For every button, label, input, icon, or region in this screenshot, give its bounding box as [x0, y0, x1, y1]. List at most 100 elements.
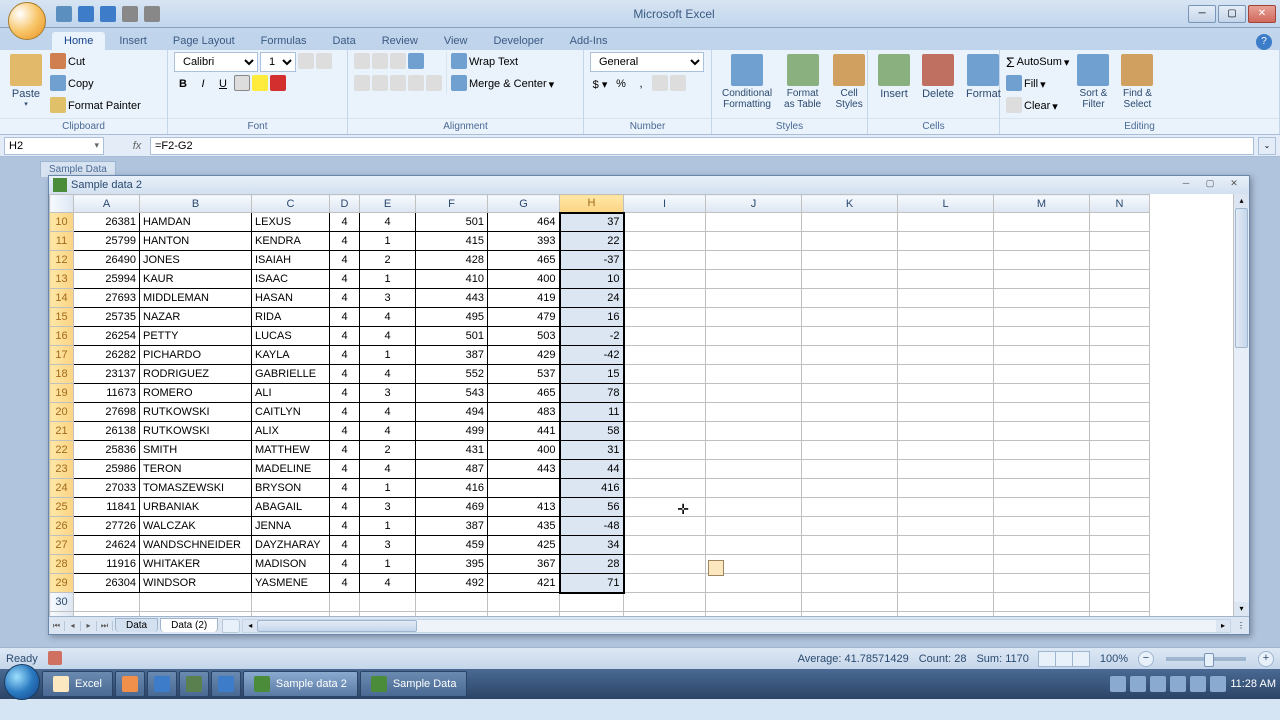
cell-F19[interactable]: 543: [416, 384, 488, 403]
cell-D21[interactable]: 4: [330, 422, 360, 441]
minimize-button[interactable]: ─: [1188, 5, 1216, 23]
zoom-level[interactable]: 100%: [1100, 653, 1128, 665]
cell-A10[interactable]: 26381: [74, 213, 140, 232]
cell-I15[interactable]: [624, 308, 706, 327]
save-icon[interactable]: [56, 6, 72, 22]
cell-G25[interactable]: 413: [488, 498, 560, 517]
sheet-nav-next[interactable]: ▸: [81, 621, 97, 631]
cancel-formula-icon[interactable]: [108, 137, 126, 155]
scroll-down-icon[interactable]: ▾: [1234, 602, 1249, 616]
cell-F22[interactable]: 431: [416, 441, 488, 460]
format-as-table-button[interactable]: Format as Table: [780, 52, 825, 112]
cell-B21[interactable]: RUTKOWSKI: [140, 422, 252, 441]
cell-L18[interactable]: [898, 365, 994, 384]
cell-E25[interactable]: 3: [360, 498, 416, 517]
cell-I27[interactable]: [624, 536, 706, 555]
clear-button[interactable]: Clear ▾: [1006, 96, 1069, 116]
cell-N28[interactable]: [1090, 555, 1150, 574]
cell-K30[interactable]: [802, 593, 898, 612]
hscroll-right-icon[interactable]: ▸: [1216, 620, 1230, 632]
cell-G17[interactable]: 429: [488, 346, 560, 365]
cell-K16[interactable]: [802, 327, 898, 346]
cell-A19[interactable]: 11673: [74, 384, 140, 403]
cell-A28[interactable]: 11916: [74, 555, 140, 574]
cell-H23[interactable]: 44: [560, 460, 624, 479]
select-all-cell[interactable]: [50, 195, 74, 213]
row-header-16[interactable]: 16: [50, 327, 74, 346]
zoom-slider[interactable]: [1166, 657, 1246, 661]
cell-I29[interactable]: [624, 574, 706, 593]
cell-B18[interactable]: RODRIGUEZ: [140, 365, 252, 384]
cell-G28[interactable]: 367: [488, 555, 560, 574]
align-bottom-icon[interactable]: [390, 53, 406, 69]
name-box[interactable]: H2: [4, 137, 104, 155]
cell-L10[interactable]: [898, 213, 994, 232]
cell-C20[interactable]: CAITLYN: [252, 403, 330, 422]
cell-I14[interactable]: [624, 289, 706, 308]
cell-J21[interactable]: [706, 422, 802, 441]
cell-A18[interactable]: 23137: [74, 365, 140, 384]
cell-B12[interactable]: JONES: [140, 251, 252, 270]
cell-L23[interactable]: [898, 460, 994, 479]
column-header-A[interactable]: A: [74, 195, 140, 213]
cell-B22[interactable]: SMITH: [140, 441, 252, 460]
cell-F14[interactable]: 443: [416, 289, 488, 308]
cell-M31[interactable]: [994, 612, 1090, 617]
cell-F30[interactable]: [416, 593, 488, 612]
cell-F11[interactable]: 415: [416, 232, 488, 251]
sheet-tab-data[interactable]: Data: [115, 618, 158, 632]
cell-L14[interactable]: [898, 289, 994, 308]
cell-L11[interactable]: [898, 232, 994, 251]
conditional-formatting-button[interactable]: Conditional Formatting: [718, 52, 776, 112]
font-color-icon[interactable]: [270, 75, 286, 91]
cell-G18[interactable]: 537: [488, 365, 560, 384]
cell-C30[interactable]: [252, 593, 330, 612]
cell-K17[interactable]: [802, 346, 898, 365]
cell-K28[interactable]: [802, 555, 898, 574]
cell-H20[interactable]: 11: [560, 403, 624, 422]
cell-C23[interactable]: MADELINE: [252, 460, 330, 479]
cell-B28[interactable]: WHITAKER: [140, 555, 252, 574]
cell-H25[interactable]: 56: [560, 498, 624, 517]
cell-H18[interactable]: 15: [560, 365, 624, 384]
column-header-E[interactable]: E: [360, 195, 416, 213]
align-middle-icon[interactable]: [372, 53, 388, 69]
cell-C16[interactable]: LUCAS: [252, 327, 330, 346]
cell-I25[interactable]: [624, 498, 706, 517]
cell-G30[interactable]: [488, 593, 560, 612]
cell-D15[interactable]: 4: [330, 308, 360, 327]
column-header-K[interactable]: K: [802, 195, 898, 213]
border-icon[interactable]: [234, 75, 250, 91]
cell-K19[interactable]: [802, 384, 898, 403]
cut-button[interactable]: Cut: [50, 52, 141, 72]
cell-L21[interactable]: [898, 422, 994, 441]
taskbar-item[interactable]: [147, 671, 177, 697]
cell-E26[interactable]: 1: [360, 517, 416, 536]
delete-cells-button[interactable]: Delete: [918, 52, 958, 102]
qat-icon-1[interactable]: [122, 6, 138, 22]
cell-I22[interactable]: [624, 441, 706, 460]
row-header-19[interactable]: 19: [50, 384, 74, 403]
cell-G12[interactable]: 465: [488, 251, 560, 270]
cell-M13[interactable]: [994, 270, 1090, 289]
cell-A13[interactable]: 25994: [74, 270, 140, 289]
cell-L24[interactable]: [898, 479, 994, 498]
cell-H14[interactable]: 24: [560, 289, 624, 308]
cell-H30[interactable]: [560, 593, 624, 612]
cell-D26[interactable]: 4: [330, 517, 360, 536]
cell-N29[interactable]: [1090, 574, 1150, 593]
cell-B23[interactable]: TERON: [140, 460, 252, 479]
cell-A17[interactable]: 26282: [74, 346, 140, 365]
doc-minimize-button[interactable]: ─: [1175, 178, 1197, 192]
cell-J12[interactable]: [706, 251, 802, 270]
cell-K12[interactable]: [802, 251, 898, 270]
tab-page-layout[interactable]: Page Layout: [161, 32, 247, 50]
row-header-22[interactable]: 22: [50, 441, 74, 460]
column-header-I[interactable]: I: [624, 195, 706, 213]
cell-G22[interactable]: 400: [488, 441, 560, 460]
cell-E31[interactable]: [360, 612, 416, 617]
cell-F13[interactable]: 410: [416, 270, 488, 289]
row-header-10[interactable]: 10: [50, 213, 74, 232]
cell-M26[interactable]: [994, 517, 1090, 536]
cell-L25[interactable]: [898, 498, 994, 517]
